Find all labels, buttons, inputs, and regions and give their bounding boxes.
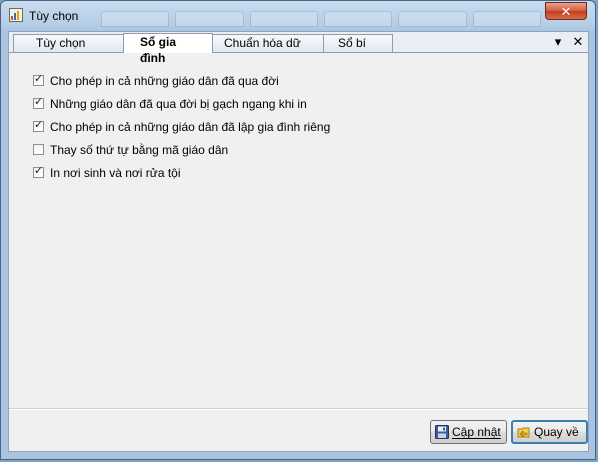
option-label: Cho phép in cả những giáo dân đã qua đời <box>50 73 279 88</box>
checkbox[interactable]: ✓ <box>33 73 44 86</box>
background-ghost-tabs <box>101 11 541 27</box>
tab-menu-icon[interactable]: ▾ <box>552 34 564 50</box>
option-label: Những giáo dân đã qua đời bị gạch ngang … <box>50 96 307 111</box>
checkmark-icon: ✓ <box>34 96 44 108</box>
checkmark-icon: ✓ <box>34 73 44 85</box>
tab-close-icon[interactable]: ✕ <box>572 34 584 50</box>
client-area: Tùy chọn chung Sổ gia đình Chuẩn hóa dữ … <box>8 31 589 452</box>
options-list: ✓ Cho phép in cả những giáo dân đã qua đ… <box>33 69 330 184</box>
window-close-button[interactable]: ✕ <box>545 2 587 20</box>
folder-back-icon <box>517 427 530 438</box>
footer-divider <box>9 408 588 410</box>
checkmark-icon: ✓ <box>34 165 44 177</box>
tab-sacrament-book[interactable]: Sổ bí tích <box>323 34 393 66</box>
options-window: Tùy chọn ✕ Tùy chọn chung Sổ gia đình Ch… <box>0 0 596 460</box>
save-icon <box>435 425 449 439</box>
tab-general-options[interactable]: Tùy chọn chung <box>13 34 127 66</box>
app-options-icon <box>9 8 23 22</box>
option-replace-number-with-code[interactable]: Thay số thứ tự bằng mã giáo dân <box>33 138 330 161</box>
button-bar: Cập nhật Quay về <box>9 411 588 451</box>
back-button[interactable]: Quay về <box>511 420 588 444</box>
checkbox[interactable] <box>33 144 44 155</box>
option-label: Thay số thứ tự bằng mã giáo dân <box>50 142 229 157</box>
option-label: Cho phép in cả những giáo dân đã lập gia… <box>50 119 331 134</box>
tab-data-normalization[interactable]: Chuẩn hóa dữ liệu <box>211 34 325 66</box>
checkbox[interactable]: ✓ <box>33 165 44 178</box>
option-print-married[interactable]: ✓ Cho phép in cả những giáo dân đã lập g… <box>33 115 330 138</box>
update-button[interactable]: Cập nhật <box>430 420 507 444</box>
option-print-deceased[interactable]: ✓ Cho phép in cả những giáo dân đã qua đ… <box>33 69 330 92</box>
tab-strip: Tùy chọn chung Sổ gia đình Chuẩn hóa dữ … <box>9 32 588 66</box>
close-icon: ✕ <box>560 4 572 19</box>
update-label: Cập nhật <box>452 425 501 439</box>
tab-tools: ▾ ✕ <box>552 33 584 51</box>
window-title: Tùy chọn <box>29 9 79 23</box>
option-strike-deceased[interactable]: ✓ Những giáo dân đã qua đời bị gạch ngan… <box>33 92 330 115</box>
checkmark-icon: ✓ <box>34 119 44 131</box>
checkbox[interactable]: ✓ <box>33 119 44 132</box>
option-label: In nơi sinh và nơi rửa tội <box>50 165 181 180</box>
tab-family-book[interactable]: Sổ gia đình <box>123 33 213 65</box>
title-bar[interactable]: Tùy chọn ✕ <box>1 1 595 31</box>
back-label: Quay về <box>534 425 579 439</box>
family-book-panel: ✓ Cho phép in cả những giáo dân đã qua đ… <box>9 53 588 409</box>
checkbox[interactable]: ✓ <box>33 96 44 109</box>
option-print-birth-baptism-place[interactable]: ✓ In nơi sinh và nơi rửa tội <box>33 161 330 184</box>
